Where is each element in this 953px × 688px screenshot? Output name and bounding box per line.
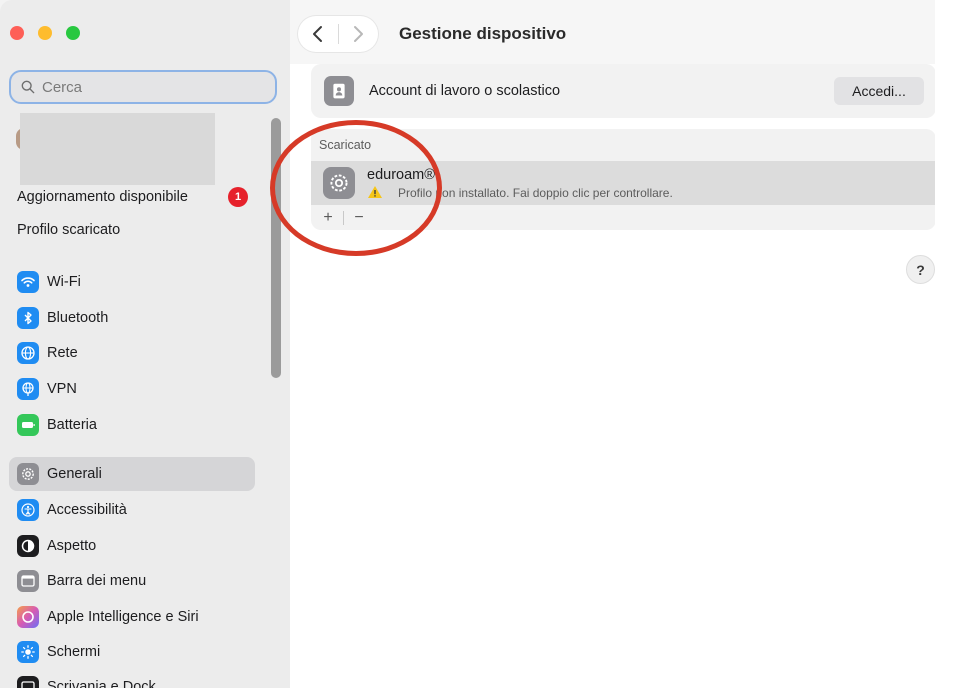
sidebar-item-rete[interactable]: Rete — [9, 336, 255, 370]
chevron-right-icon — [354, 26, 364, 42]
main-content: Gestione dispositivo Account di lavoro o… — [290, 0, 953, 688]
sidebar-item-aspetto[interactable]: Aspetto — [9, 529, 255, 563]
globe-icon — [17, 342, 39, 364]
sidebar-item-label: Accessibilità — [47, 502, 127, 518]
back-button[interactable] — [298, 16, 338, 52]
update-available-item[interactable]: Aggiornamento disponibile 1 — [17, 186, 252, 208]
page-title: Gestione dispositivo — [399, 24, 567, 43]
sidebar-item-label: Batteria — [47, 417, 97, 433]
sidebar: Aggiornamento disponibile 1 Profilo scar… — [0, 0, 290, 688]
appearance-icon — [17, 535, 39, 557]
sidebar-item-label: Rete — [47, 345, 78, 361]
add-profile-button[interactable]: + — [319, 209, 337, 227]
search-field[interactable] — [9, 70, 277, 104]
update-available-label: Aggiornamento disponibile — [17, 189, 188, 205]
id-badge-icon — [324, 76, 354, 106]
chevron-left-icon — [312, 26, 322, 42]
work-account-label: Account di lavoro o scolastico — [369, 83, 561, 99]
accessibility-icon — [17, 499, 39, 521]
profile-downloaded-item[interactable]: Profilo scaricato — [17, 222, 120, 238]
close-window-button[interactable] — [10, 26, 24, 40]
sidebar-item-scrivania-e-dock[interactable]: Scrivania e Dock — [9, 670, 255, 688]
profile-status: Profilo non installato. Fai doppio clic … — [398, 186, 673, 200]
sidebar-item-label: VPN — [47, 381, 77, 397]
section-header: Scaricato — [319, 138, 372, 152]
sidebar-item-schermi[interactable]: Schermi — [9, 635, 255, 669]
search-icon — [21, 80, 35, 94]
sidebar-scrollbar-thumb[interactable] — [271, 118, 281, 378]
sidebar-item-label: Bluetooth — [47, 310, 109, 326]
remove-profile-button[interactable]: − — [350, 209, 368, 227]
sidebar-item-wifi[interactable]: Wi-Fi — [9, 265, 255, 299]
sidebar-item-apple-intelligence-siri[interactable]: Apple Intelligence e Siri — [9, 600, 255, 634]
work-account-card: Account di lavoro o scolastico Accedi... — [311, 64, 936, 118]
sidebar-item-label: Generali — [47, 466, 102, 482]
settings-gear-icon — [323, 167, 355, 199]
warning-icon — [368, 186, 382, 198]
dock-icon — [17, 676, 39, 688]
apple-account-redacted[interactable] — [20, 113, 215, 185]
sidebar-item-label: Barra dei menu — [47, 573, 147, 589]
siri-icon — [17, 606, 39, 628]
sign-in-button[interactable]: Accedi... — [834, 77, 924, 105]
window-edge — [935, 0, 953, 688]
search-input[interactable] — [42, 78, 242, 96]
settings-window: Aggiornamento disponibile 1 Profilo scar… — [0, 0, 953, 688]
sidebar-item-label: Aspetto — [47, 538, 97, 554]
sidebar-item-bluetooth[interactable]: Bluetooth — [9, 301, 255, 335]
update-badge: 1 — [228, 187, 248, 207]
sidebar-item-vpn[interactable]: VPN — [9, 372, 255, 406]
sidebar-item-label: Apple Intelligence e Siri — [47, 609, 199, 625]
minimize-window-button[interactable] — [38, 26, 52, 40]
sidebar-item-batteria[interactable]: Batteria — [9, 408, 255, 442]
profile-row[interactable]: eduroam® Profilo non installato. Fai dop… — [311, 161, 936, 205]
profile-name: eduroam® — [367, 167, 435, 183]
toolbar: Gestione dispositivo — [290, 0, 953, 64]
gear-icon — [17, 463, 39, 485]
sidebar-item-label: Scrivania e Dock — [47, 679, 156, 688]
add-remove-controls: + − — [319, 208, 368, 228]
control-divider — [343, 211, 344, 225]
navigation-buttons — [298, 16, 378, 52]
vpn-globe-icon — [17, 378, 39, 400]
bluetooth-icon — [17, 307, 39, 329]
sidebar-item-barra-dei-menu[interactable]: Barra dei menu — [9, 564, 255, 598]
help-button[interactable]: ? — [906, 255, 935, 284]
forward-button[interactable] — [338, 16, 378, 52]
sidebar-item-generali[interactable]: Generali — [9, 457, 255, 491]
menubar-icon — [17, 570, 39, 592]
sidebar-item-label: Wi-Fi — [47, 274, 81, 290]
downloaded-profiles-card: Scaricato eduroam® Profilo non installat… — [311, 129, 936, 230]
zoom-window-button[interactable] — [66, 26, 80, 40]
sidebar-item-label: Schermi — [47, 644, 101, 660]
sun-icon — [17, 641, 39, 663]
battery-icon — [17, 414, 39, 436]
wifi-icon — [17, 271, 39, 293]
sidebar-item-accessibilita[interactable]: Accessibilità — [9, 493, 255, 527]
